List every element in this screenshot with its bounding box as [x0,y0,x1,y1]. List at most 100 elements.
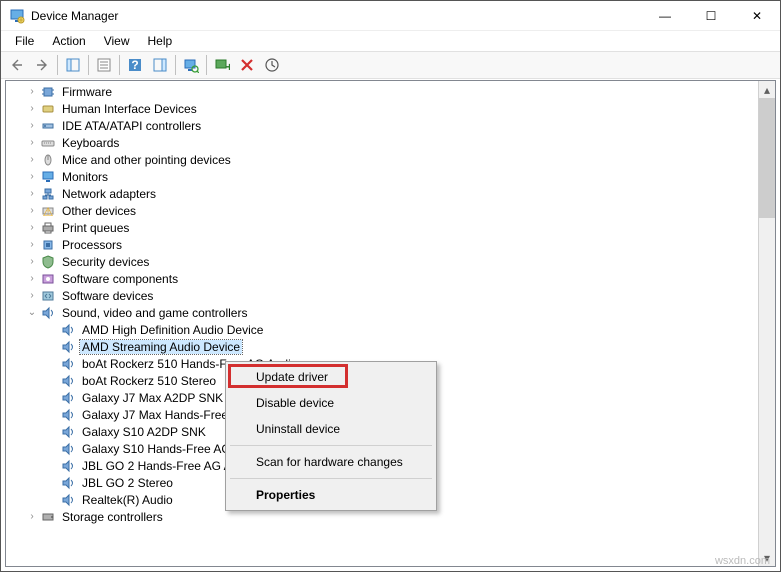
ctx-uninstall-device[interactable]: Uninstall device [228,416,434,442]
category-label: Print queues [60,221,131,235]
category-label: Keyboards [60,136,121,150]
menu-view[interactable]: View [96,32,138,50]
category-label: IDE ATA/ATAPI controllers [60,119,203,133]
tree-category[interactable]: ›Software devices [6,287,758,304]
ctx-disable-device[interactable]: Disable device [228,390,434,416]
scan-hardware-button[interactable] [179,53,203,77]
add-legacy-icon: + [214,57,230,73]
tree-category[interactable]: ›Processors [6,236,758,253]
toolbar-separator [175,55,176,75]
storage-icon [40,509,56,525]
expand-icon[interactable]: › [24,271,40,287]
menu-help[interactable]: Help [140,32,181,50]
properties-button[interactable] [92,53,116,77]
window-title: Device Manager [31,9,642,23]
help-icon: ? [127,57,143,73]
sound-icon [60,492,76,508]
close-button[interactable]: ✕ [734,1,780,31]
sound-icon [60,475,76,491]
menubar: File Action View Help [1,31,780,51]
minimize-button[interactable]: — [642,1,688,31]
expand-icon[interactable]: › [24,169,40,185]
ctx-separator [230,478,432,479]
ctx-properties[interactable]: Properties [228,482,434,508]
forward-button[interactable] [30,53,54,77]
tree-category[interactable]: › Mice and other pointing devices [6,151,758,168]
tree-category[interactable]: ›⚠Other devices [6,202,758,219]
tree-category[interactable]: › IDE ATA/ATAPI controllers [6,117,758,134]
tree-category[interactable]: › Print queues [6,219,758,236]
uninstall-button[interactable] [235,53,259,77]
update-circle-icon [264,57,280,73]
hid-icon [40,101,56,117]
back-button[interactable] [5,53,29,77]
device-label: Galaxy J7 Max A2DP SNK [80,391,225,405]
softcomp-icon [40,271,56,287]
show-hide-tree-button[interactable] [61,53,85,77]
sound-icon [60,407,76,423]
ctx-update-driver[interactable]: Update driver [228,364,434,390]
tree-category[interactable]: › Keyboards [6,134,758,151]
category-label: Security devices [60,255,151,269]
app-icon [9,8,25,24]
tree-category[interactable]: ›Firmware [6,83,758,100]
expand-icon[interactable]: › [24,220,40,236]
sound-icon [60,339,76,355]
scroll-track[interactable] [759,218,775,549]
scan-hardware-icon [183,57,199,73]
action-pane-button[interactable] [148,53,172,77]
category-label: Storage controllers [60,510,165,524]
scroll-thumb[interactable] [759,98,775,218]
tree-category[interactable]: ›Human Interface Devices [6,100,758,117]
maximize-glyph: ☐ [706,9,717,23]
device-label: AMD Streaming Audio Device [80,340,242,354]
maximize-button[interactable]: ☐ [688,1,734,31]
watermark: wsxdn.com [715,555,770,567]
toolbar-separator [57,55,58,75]
printer-icon [40,220,56,236]
expand-icon[interactable]: › [24,118,40,134]
category-label: Mice and other pointing devices [60,153,233,167]
expand-icon[interactable]: › [24,135,40,151]
menu-action[interactable]: Action [44,32,93,50]
tree-category[interactable]: ⌄ Sound, video and game controllers [6,304,758,321]
vertical-scrollbar[interactable]: ▴ ▾ [758,81,775,566]
sound-icon [60,356,76,372]
tree-category[interactable]: ›Network adapters [6,185,758,202]
update-driver-button[interactable] [260,53,284,77]
monitor-icon [40,169,56,185]
device-label: Realtek(R) Audio [80,493,175,507]
svg-text:?: ? [131,58,138,72]
expand-icon[interactable]: › [24,186,40,202]
cpu-icon [40,237,56,253]
tree-category[interactable]: › Security devices [6,253,758,270]
expand-icon[interactable]: › [24,237,40,253]
other-icon: ⚠ [40,203,56,219]
expand-icon[interactable]: › [24,203,40,219]
mouse-icon [40,152,56,168]
tree-device[interactable]: AMD High Definition Audio Device [6,321,758,338]
help-button[interactable]: ? [123,53,147,77]
expand-icon[interactable]: › [24,288,40,304]
svg-text:⚠: ⚠ [43,205,54,219]
category-label: Sound, video and game controllers [60,306,249,320]
expand-icon[interactable]: › [24,84,40,100]
sound-icon [60,390,76,406]
security-icon [40,254,56,270]
tree-category[interactable]: ›Monitors [6,168,758,185]
expand-icon[interactable]: › [24,101,40,117]
ctx-scan-hardware[interactable]: Scan for hardware changes [228,449,434,475]
tree-pane-icon [65,57,81,73]
sound-icon [60,373,76,389]
scroll-up-button[interactable]: ▴ [759,81,775,98]
ctx-separator [230,445,432,446]
expand-icon[interactable]: › [24,152,40,168]
tree-category[interactable]: ›Software components [6,270,758,287]
collapse-icon[interactable]: ⌄ [24,305,40,321]
expand-icon[interactable]: › [24,509,40,525]
expand-icon[interactable]: › [24,254,40,270]
tree-device[interactable]: AMD Streaming Audio Device [6,338,758,355]
add-legacy-button[interactable]: + [210,53,234,77]
menu-file[interactable]: File [7,32,42,50]
keyboard-icon [40,135,56,151]
